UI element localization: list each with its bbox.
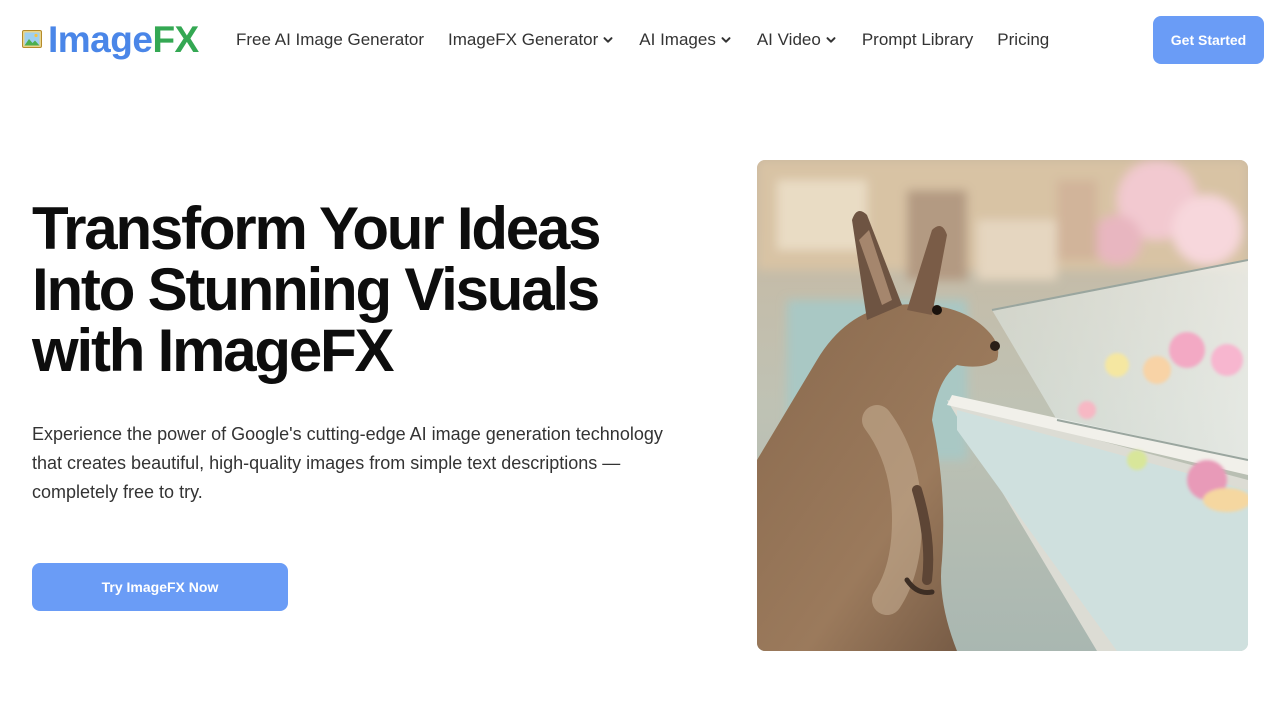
try-imagefx-button[interactable]: Try ImageFX Now — [32, 563, 288, 611]
nav-prompt-library[interactable]: Prompt Library — [862, 28, 973, 52]
nav-label: Free AI Image Generator — [236, 30, 425, 49]
nav-imagefx-generator[interactable]: ImageFX Generator — [448, 28, 614, 52]
main-nav: Free AI Image Generator ImageFX Generato… — [236, 28, 1049, 52]
nav-pricing[interactable]: Pricing — [997, 28, 1049, 52]
logo-text-image: Image — [48, 19, 153, 60]
nav-ai-images[interactable]: AI Images — [639, 28, 732, 52]
logo[interactable]: ImageFX — [22, 18, 199, 62]
nav-label: AI Video — [756, 30, 821, 49]
hero-title-line: Into Stunning Visuals — [32, 256, 600, 323]
site-header: ImageFX Free AI Image Generator ImageFX … — [0, 0, 1280, 80]
hero-description: Experience the power of Google's cutting… — [32, 424, 663, 502]
chevron-down-icon — [602, 34, 614, 46]
nav-label: ImageFX Generator — [448, 30, 599, 49]
picture-icon — [22, 30, 42, 48]
chevron-down-icon — [720, 34, 732, 46]
hero-image-kangaroo-bakery — [757, 160, 1248, 651]
logo-text-fx: FX — [152, 19, 199, 60]
nav-ai-video[interactable]: AI Video — [757, 28, 837, 52]
logo-text: ImageFX — [48, 18, 199, 62]
nav-label: AI Images — [639, 30, 716, 49]
hero-title-line: with ImageFX — [32, 317, 395, 384]
nav-free-ai-image-generator[interactable]: Free AI Image Generator — [236, 28, 424, 52]
get-started-button[interactable]: Get Started — [1153, 16, 1264, 64]
hero-title: Transform Your Ideas Into Stunning Visua… — [32, 198, 692, 381]
hero-title-line: Transform Your Ideas — [32, 195, 602, 262]
chevron-down-icon — [825, 34, 837, 46]
nav-label: Prompt Library — [861, 30, 974, 49]
nav-label: Pricing — [997, 30, 1050, 49]
